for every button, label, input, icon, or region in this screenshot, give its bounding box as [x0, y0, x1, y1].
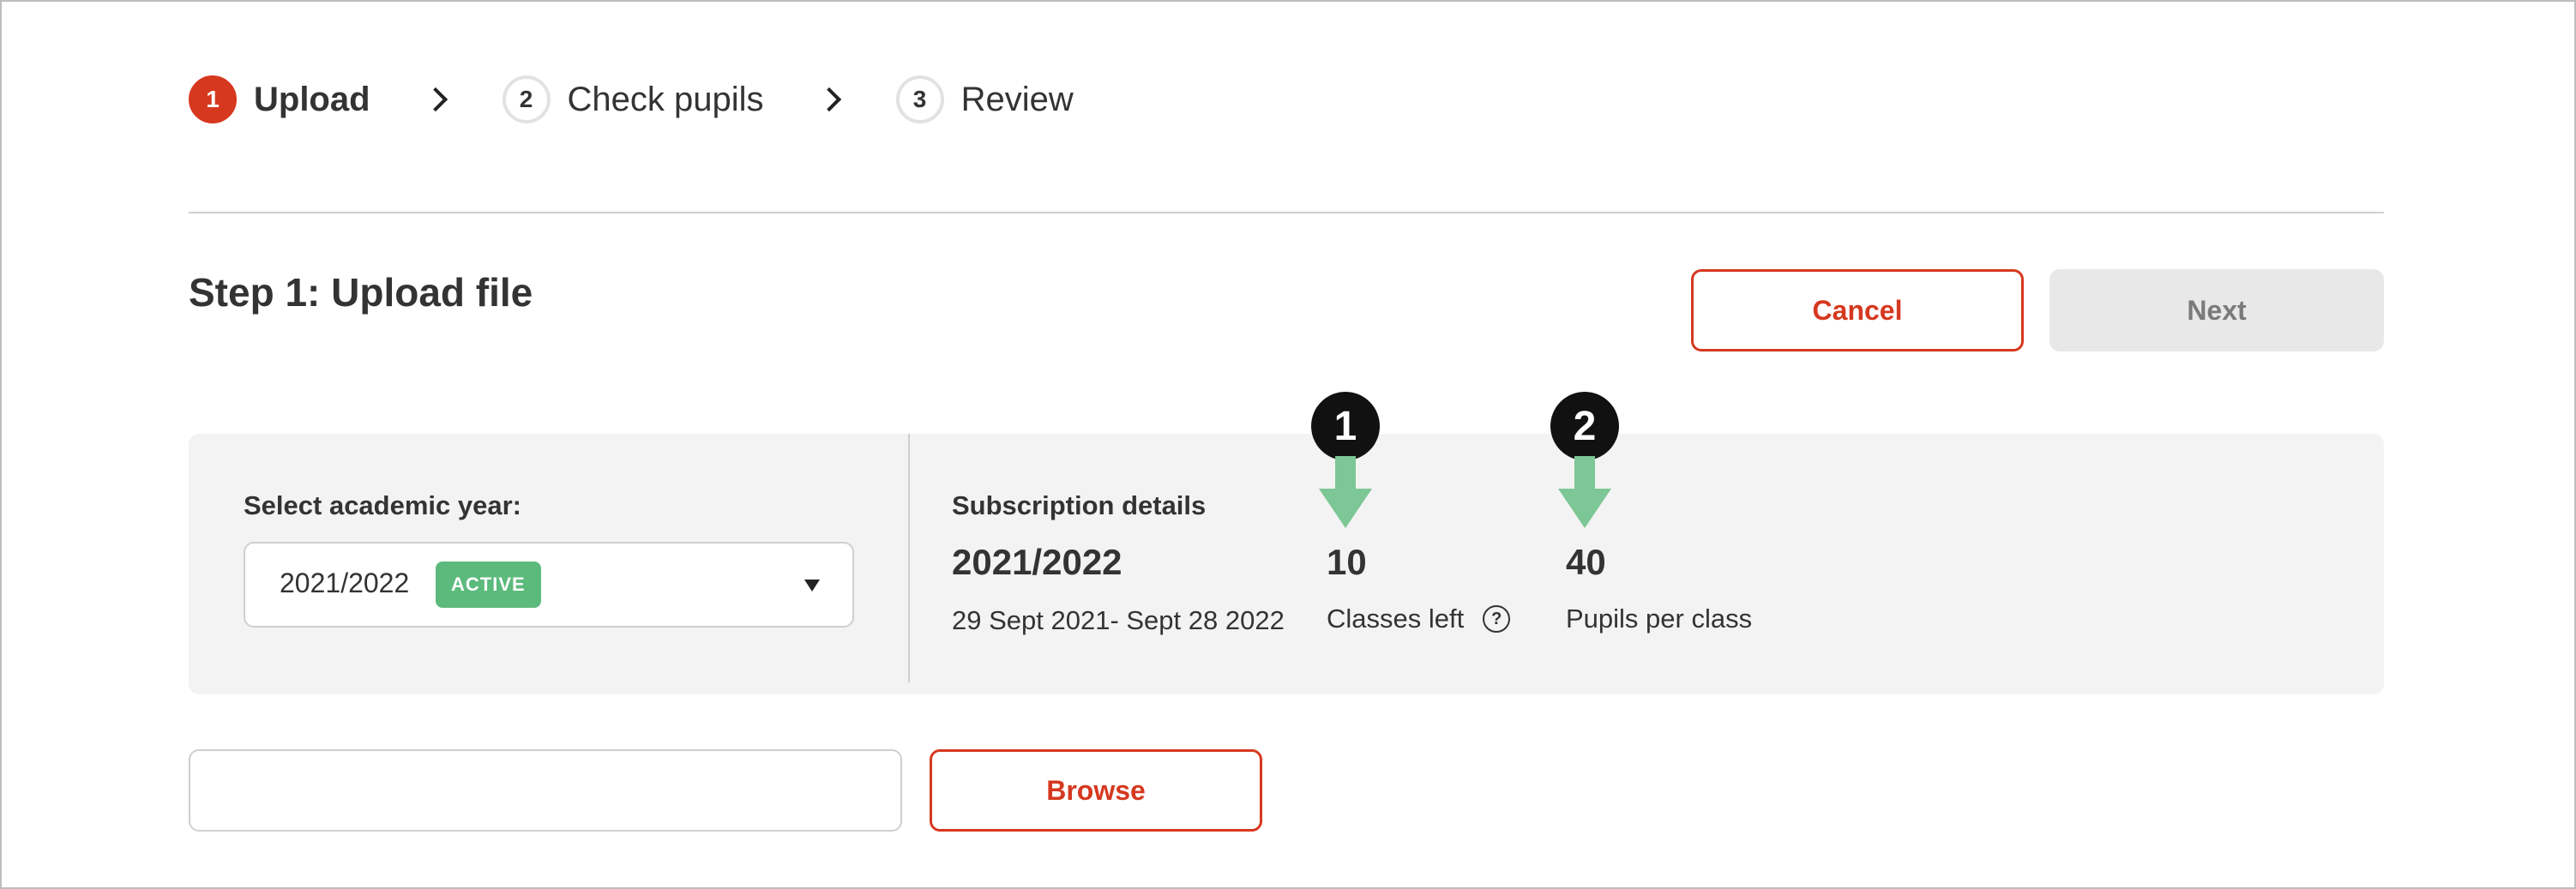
down-arrow-icon: [1319, 456, 1372, 528]
callout-marker-2: 2: [1550, 392, 1619, 460]
step-review[interactable]: 3 Review: [895, 75, 1074, 123]
question-circle-icon[interactable]: ?: [1483, 605, 1511, 633]
academic-year-label: Select academic year:: [244, 490, 521, 520]
academic-year-value: 2021/2022: [280, 568, 410, 598]
classes-left: Classes left ?: [1327, 604, 1511, 634]
step-check-pupils[interactable]: 2 Check pupils: [502, 75, 764, 123]
pupils-per-class-label: Pupils per class: [1566, 604, 1753, 634]
down-arrow-icon: [1558, 456, 1611, 528]
page-title: Step 1: Upload file: [189, 270, 533, 315]
step-number-1: 1: [189, 75, 237, 123]
pupils-per-class-value: 40: [1566, 542, 1606, 582]
academic-year-select[interactable]: 2021/2022 ACTIVE: [244, 542, 854, 628]
classes-left-value: 10: [1327, 542, 1367, 582]
step-label-review: Review: [960, 80, 1074, 118]
step-number-3: 3: [895, 75, 944, 123]
step-number-2: 2: [502, 75, 551, 123]
subscription-year: 2021/2022: [952, 542, 1122, 582]
file-path-input[interactable]: [189, 749, 902, 832]
callout-marker-1: 1: [1311, 392, 1380, 460]
header-divider: [189, 212, 2384, 213]
step-label-upload: Upload: [254, 80, 370, 118]
subscription-dates: 29 Sept 2021- Sept 28 2022: [952, 605, 1285, 635]
next-button[interactable]: Next: [2049, 269, 2384, 351]
browse-button[interactable]: Browse: [930, 749, 1262, 832]
subscription-panel: Select academic year: 2021/2022 ACTIVE S…: [189, 434, 2384, 694]
subscription-details-title: Subscription details: [952, 490, 1207, 520]
chevron-right-icon: [816, 87, 841, 112]
caret-down-icon: [804, 580, 820, 592]
classes-left-label: Classes left: [1327, 604, 1465, 634]
panel-divider: [908, 434, 910, 682]
active-badge: ACTIVE: [436, 562, 541, 608]
step-label-check-pupils: Check pupils: [567, 80, 764, 118]
step-upload[interactable]: 1 Upload: [189, 75, 370, 123]
cancel-button[interactable]: Cancel: [1691, 269, 2024, 351]
stepper: 1 Upload 2 Check pupils 3 Review: [189, 72, 1074, 127]
chevron-right-icon: [423, 87, 448, 112]
